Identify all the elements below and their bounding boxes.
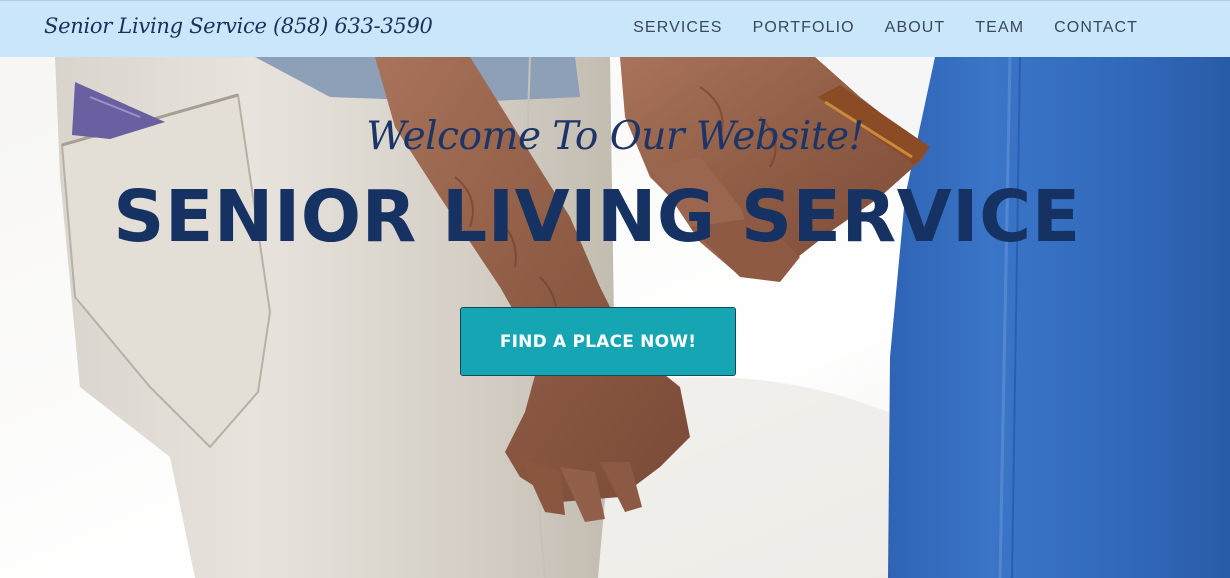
main-nav: SERVICES PORTFOLIO ABOUT TEAM CONTACT bbox=[633, 19, 1138, 37]
nav-link-about[interactable]: ABOUT bbox=[885, 19, 946, 37]
hero-section: Welcome To Our Website! SENIOR LIVING SE… bbox=[0, 57, 1230, 578]
welcome-heading: Welcome To Our Website! bbox=[366, 114, 864, 159]
nav-link-portfolio[interactable]: PORTFOLIO bbox=[753, 19, 855, 37]
brand-logo[interactable]: Senior Living Service (858) 633-3590 bbox=[44, 14, 433, 38]
find-a-place-button[interactable]: FIND A PLACE NOW! bbox=[460, 307, 736, 376]
hero-headline: SENIOR LIVING SERVICE bbox=[113, 175, 1081, 258]
nav-link-contact[interactable]: CONTACT bbox=[1054, 19, 1138, 37]
nav-link-team[interactable]: TEAM bbox=[975, 19, 1024, 37]
navbar: Senior Living Service (858) 633-3590 SER… bbox=[0, 0, 1230, 57]
nav-link-services[interactable]: SERVICES bbox=[633, 19, 722, 37]
